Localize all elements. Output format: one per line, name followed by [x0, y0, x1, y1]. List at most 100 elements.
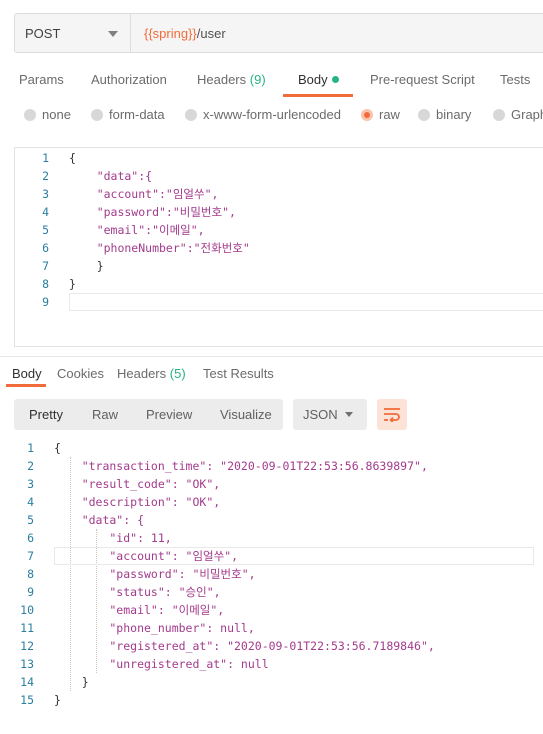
- line-number: 2: [42, 169, 49, 183]
- line-text: "email":"이메일",: [69, 223, 205, 237]
- tab-test-results[interactable]: Test Results: [203, 366, 274, 381]
- radio-label: form-data: [109, 107, 165, 122]
- active-response-tab-indicator: [6, 384, 46, 387]
- tab-label: Test Results: [203, 366, 274, 381]
- code-line: 1{: [0, 439, 520, 457]
- line-number: 3: [42, 187, 49, 201]
- line-number: 15: [20, 693, 34, 707]
- line-number: 6: [27, 531, 34, 545]
- tab-params[interactable]: Params: [19, 72, 64, 87]
- line-text: "password": "비밀번호",: [54, 567, 256, 581]
- view-raw-button[interactable]: Raw: [92, 399, 118, 430]
- line-number: 14: [20, 675, 34, 689]
- pane-divider[interactable]: [0, 356, 543, 357]
- tab-label: Pre-request Script: [370, 72, 475, 87]
- tab-pre-request-script[interactable]: Pre-request Script: [370, 72, 475, 87]
- code-line: 3 "result_code": "OK",: [0, 475, 520, 493]
- line-number: 4: [27, 495, 34, 509]
- active-line-highlight: [69, 293, 543, 311]
- tab-body[interactable]: Body: [298, 72, 339, 87]
- radio-circle: [493, 108, 505, 121]
- line-number: 4: [42, 205, 49, 219]
- line-text: "phone_number": null,: [54, 621, 255, 635]
- code-line: 6 "phoneNumber":"전화번호": [15, 239, 535, 257]
- code-line: 3 "account":"임얼쑤",: [15, 185, 535, 203]
- view-preview-button[interactable]: Preview: [146, 399, 192, 430]
- tab-label: Headers: [197, 72, 247, 87]
- line-number: 9: [27, 585, 34, 599]
- line-number: 12: [20, 639, 34, 653]
- code-line: 11 "phone_number": null,: [0, 619, 520, 637]
- line-number: 6: [42, 241, 49, 255]
- line-text: "account":"임얼쑤",: [69, 187, 219, 201]
- line-number: 3: [27, 477, 34, 491]
- line-text: "data":{: [69, 169, 153, 183]
- line-text: {: [54, 441, 61, 455]
- url-variable: {{spring}}: [144, 25, 197, 41]
- method-select[interactable]: POST: [15, 14, 131, 52]
- line-number: 2: [27, 459, 34, 473]
- chevron-down-icon: [108, 31, 118, 37]
- wrap-lines-button[interactable]: [377, 399, 407, 430]
- tab-authorization[interactable]: Authorization: [91, 72, 167, 87]
- radio-raw[interactable]: raw: [361, 107, 400, 122]
- radio-x-www-form-urlencoded[interactable]: x-www-form-urlencoded: [185, 107, 341, 122]
- line-text: "unregistered_at": null: [54, 657, 269, 671]
- view-mode-group: Pretty Raw Preview Visualize: [14, 399, 283, 430]
- code-line: 15}: [0, 691, 520, 709]
- code-line: 7 }: [15, 257, 535, 275]
- tab-label: Headers: [117, 366, 167, 381]
- url-input[interactable]: {{spring}}/user: [131, 14, 226, 52]
- code-line: 1{: [15, 149, 535, 167]
- radio-form-data[interactable]: form-data: [91, 107, 165, 122]
- line-text: "phoneNumber":"전화번호": [69, 241, 250, 255]
- radio-label: none: [42, 107, 71, 122]
- response-body-viewer[interactable]: 1{ 2 "transaction_time": "2020-09-01T22:…: [0, 439, 543, 719]
- tab-headers[interactable]: Headers (9): [197, 72, 266, 87]
- line-number: 1: [27, 441, 34, 455]
- line-text: }: [69, 259, 104, 273]
- tab-count: (9): [249, 72, 266, 87]
- request-url-bar: POST {{spring}}/user: [14, 13, 543, 53]
- radio-binary[interactable]: binary: [418, 107, 471, 122]
- tab-label: Tests: [500, 72, 531, 87]
- line-text: }: [54, 675, 89, 689]
- dot-icon: [331, 76, 339, 83]
- tab-response-headers[interactable]: Headers (5): [117, 366, 186, 381]
- radio-circle: [361, 108, 373, 121]
- line-text: "id": 11,: [54, 531, 172, 545]
- radio-graphql[interactable]: Graph: [493, 107, 543, 122]
- line-number: 7: [27, 549, 34, 563]
- radio-none[interactable]: none: [24, 107, 71, 122]
- body-type-radios: none form-data x-www-form-urlencoded raw…: [0, 107, 543, 127]
- url-path: /user: [196, 25, 226, 41]
- code-line: 2 "transaction_time": "2020-09-01T22:53:…: [0, 457, 520, 475]
- code-line: 8 "password": "비밀번호",: [0, 565, 520, 583]
- format-select[interactable]: JSON: [293, 399, 367, 430]
- line-text: "password":"비밀번호",: [69, 205, 236, 219]
- response-tabs: Body Cookies Headers (5) Test Results: [0, 364, 543, 386]
- view-pretty-button[interactable]: Pretty: [29, 399, 63, 430]
- radio-circle: [185, 108, 197, 121]
- active-tab-indicator: [283, 94, 353, 97]
- tab-cookies[interactable]: Cookies: [57, 366, 104, 381]
- tab-response-body[interactable]: Body: [12, 366, 42, 381]
- tab-label: Authorization: [91, 72, 167, 87]
- radio-label: raw: [379, 107, 400, 122]
- request-body-editor[interactable]: 1{ 2 "data":{ 3 "account":"임얼쑤", 4 "pass…: [14, 147, 543, 347]
- radio-label: Graph: [511, 107, 543, 122]
- line-text: "registered_at": "2020-09-01T22:53:56.71…: [54, 639, 435, 653]
- method-label: POST: [25, 25, 61, 41]
- tab-tests[interactable]: Tests: [500, 72, 530, 87]
- view-visualize-button[interactable]: Visualize: [220, 399, 272, 430]
- code-line: 2 "data":{: [15, 167, 535, 185]
- radio-label: x-www-form-urlencoded: [203, 107, 341, 122]
- code-line: 4 "password":"비밀번호",: [15, 203, 535, 221]
- line-text: }: [54, 693, 61, 707]
- radio-circle: [91, 108, 103, 121]
- line-text: "description": "OK",: [54, 495, 221, 509]
- line-text: "email": "이메일",: [54, 603, 225, 617]
- line-number: 5: [42, 223, 49, 237]
- code-line: 14 }: [0, 673, 520, 691]
- code-line: 8}: [15, 275, 535, 293]
